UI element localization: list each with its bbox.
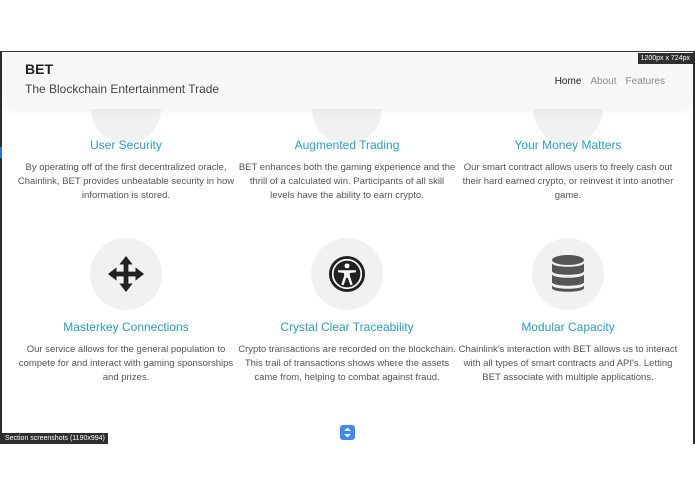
feature-text: Our service allows for the general popul… [18, 344, 234, 383]
feature-title: Augmented Trading [294, 138, 400, 152]
accessibility-icon [328, 255, 366, 293]
scroll-indicator [0, 147, 2, 158]
feature-card-crystal-clear-traceability: Crystal Clear Traceability Crypto transa… [237, 320, 457, 385]
feature-text: Our smart contract allows users to freel… [462, 162, 674, 201]
database-icon [552, 255, 584, 292]
feature-title: Modular Capacity [521, 320, 615, 334]
viewport-size-badge: 1200px x 724px [637, 53, 693, 64]
feature-card-user-security: User Security By operating off of the fi… [16, 138, 236, 203]
screenshot-frame: BET The Blockchain Entertainment Trade H… [0, 51, 695, 444]
feature-card-your-money-matters: Your Money Matters Our smart contract al… [458, 138, 678, 203]
nav-link-features[interactable]: Features [626, 76, 665, 87]
section-caption: Section screenshots (1190x994) [2, 433, 108, 444]
feature-text: Crypto transactions are recorded on the … [238, 344, 456, 383]
scroll-toggle-button[interactable] [340, 425, 355, 440]
icon-circle [532, 238, 604, 310]
icon-circle [311, 238, 383, 310]
brand-tagline: The Blockchain Entertainment Trade [25, 82, 220, 96]
feature-card-augmented-trading: Augmented Trading BET enhances both the … [237, 138, 457, 203]
feature-card-masterkey-connections: Masterkey Connections Our service allows… [16, 320, 236, 385]
navbar: BET The Blockchain Entertainment Trade H… [2, 53, 693, 109]
nav-link-home[interactable]: Home [555, 76, 582, 87]
nav-link-about[interactable]: About [590, 76, 616, 87]
brand-logo[interactable]: BET [25, 61, 53, 77]
arrows-move-icon [107, 255, 145, 293]
expand-vertical-icon [344, 427, 351, 438]
feature-text: By operating off of the first decentrali… [17, 162, 235, 201]
feature-title: Your Money Matters [514, 138, 622, 152]
feature-title: User Security [89, 138, 163, 152]
main-nav: Home About Features [555, 76, 665, 87]
feature-title: Crystal Clear Traceability [280, 320, 414, 334]
feature-text: Chainlink's interaction with BET allows … [458, 344, 678, 383]
icon-circle [90, 238, 162, 310]
feature-card-modular-capacity: Modular Capacity Chainlink's interaction… [458, 320, 678, 385]
feature-text: BET enhances both the gaming experience … [238, 162, 456, 201]
feature-title: Masterkey Connections [63, 320, 189, 334]
